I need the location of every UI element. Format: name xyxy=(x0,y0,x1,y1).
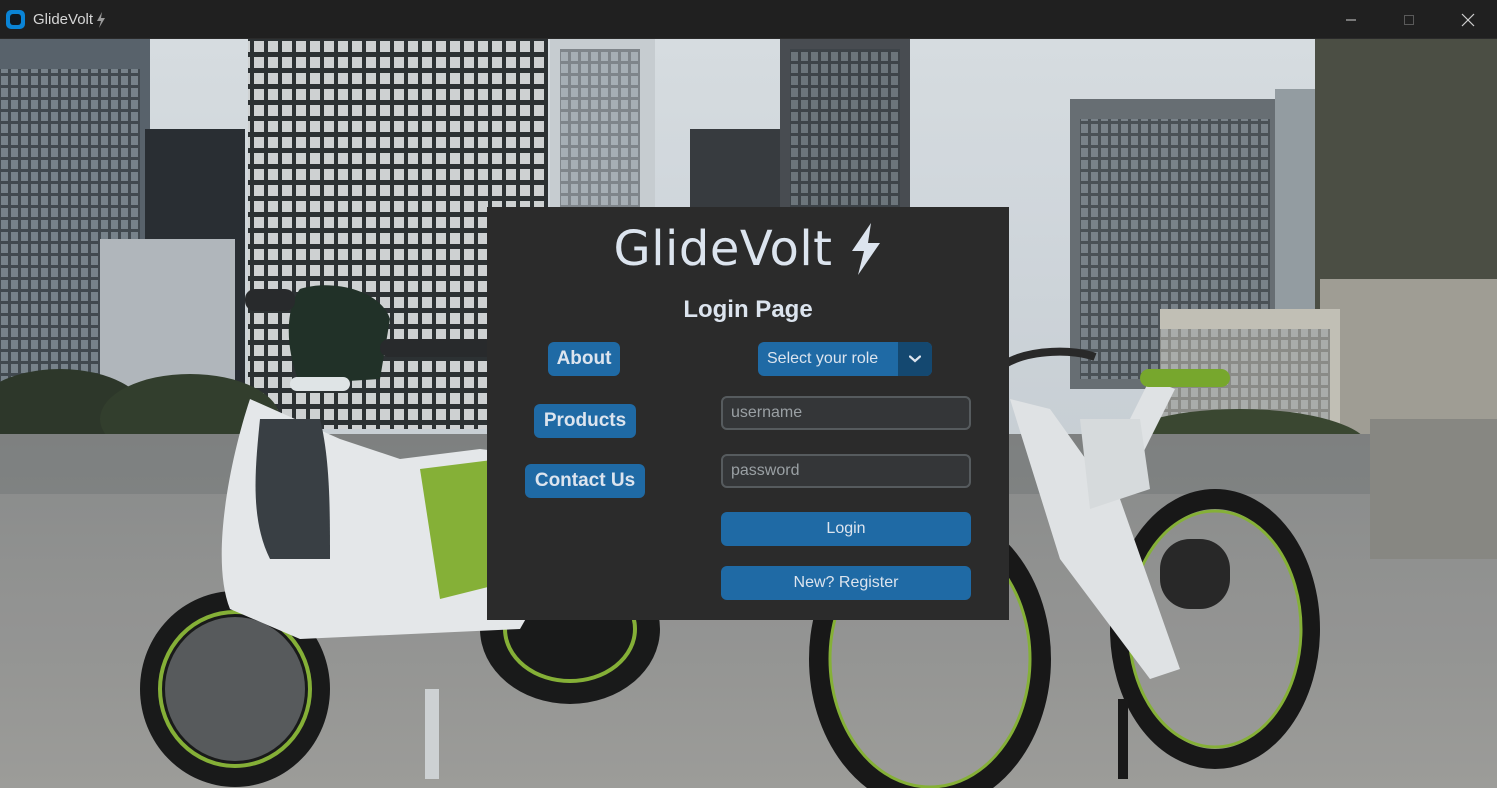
password-field[interactable] xyxy=(721,454,971,488)
brand-title: GlideVolt xyxy=(613,221,833,277)
maximize-icon xyxy=(1404,14,1414,25)
about-button[interactable]: About xyxy=(548,342,620,376)
minimize-icon xyxy=(1346,19,1356,20)
window-title: GlideVolt xyxy=(33,11,94,28)
close-icon xyxy=(1461,13,1475,26)
lightning-bolt-icon xyxy=(851,223,880,275)
lightning-bolt-icon xyxy=(97,12,105,28)
contact-us-button[interactable]: Contact Us xyxy=(525,464,645,498)
role-dropdown-value: Select your role xyxy=(767,350,879,367)
register-button[interactable]: New? Register xyxy=(721,566,971,600)
minimize-button[interactable] xyxy=(1322,0,1380,39)
username-field[interactable] xyxy=(721,396,971,430)
close-button[interactable] xyxy=(1439,0,1497,39)
chevron-down-icon xyxy=(909,355,921,363)
role-dropdown[interactable]: Select your role xyxy=(758,342,932,376)
page-title: Login Page xyxy=(683,296,813,323)
login-button[interactable]: Login xyxy=(721,512,971,546)
dropdown-arrow-button[interactable] xyxy=(898,342,932,376)
title-bar: GlideVolt xyxy=(0,0,1497,39)
maximize-button[interactable] xyxy=(1380,0,1438,39)
login-panel: GlideVolt Login Page About Products Cont… xyxy=(487,207,1009,620)
products-button[interactable]: Products xyxy=(534,404,636,438)
app-window: GlideVolt GlideVolt Login Page About Pro… xyxy=(0,0,1497,788)
app-icon xyxy=(6,10,25,29)
brand-header: GlideVolt xyxy=(487,221,1009,277)
